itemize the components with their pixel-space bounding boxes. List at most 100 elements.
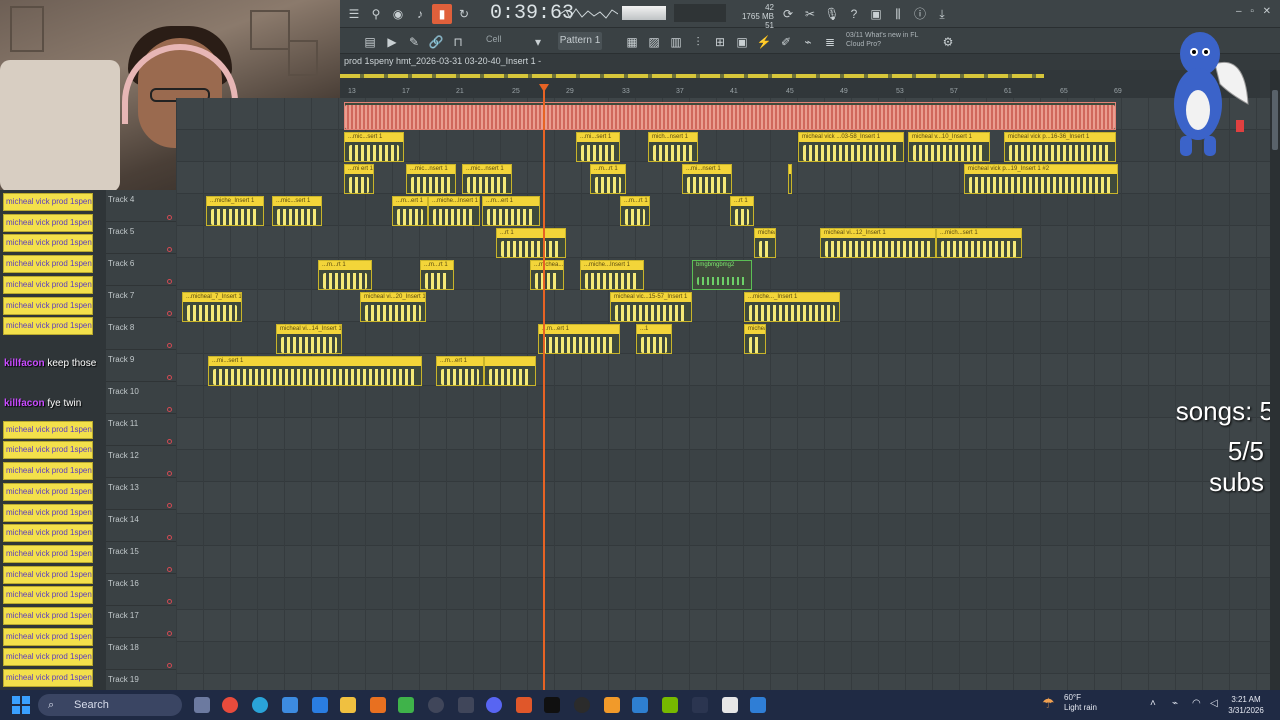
- notepad-icon[interactable]: [722, 697, 738, 713]
- microphone-icon[interactable]: 🎙: [822, 4, 842, 24]
- mixer-app-icon[interactable]: [458, 697, 474, 713]
- vertical-scrollbar[interactable]: [1270, 70, 1280, 690]
- audio-clip[interactable]: [344, 102, 1116, 130]
- audio-clip[interactable]: ...m...rt 1: [420, 260, 454, 290]
- sample-item[interactable]: micheal vick prod 1speny...: [3, 420, 93, 439]
- tiktok-icon[interactable]: [544, 697, 560, 713]
- playlist-menu-icon[interactable]: ▤: [360, 32, 380, 52]
- audio-clip[interactable]: ...mi...sert 1: [576, 132, 620, 162]
- sample-item[interactable]: micheal vick prod 1speny...: [3, 669, 93, 688]
- playhead[interactable]: [543, 84, 545, 690]
- metronome-icon[interactable]: ♪: [410, 4, 430, 24]
- audio-clip[interactable]: ...m...rt 1: [318, 260, 372, 290]
- wifi-icon[interactable]: ◠: [1192, 698, 1201, 709]
- audio-clip[interactable]: ...m...ert 1: [436, 356, 484, 386]
- audio-clip[interactable]: ...micheal_7_Insert 1: [182, 292, 242, 322]
- store-icon[interactable]: [312, 697, 328, 713]
- audio-clip[interactable]: micheal vick ...03-58_Insert 1: [798, 132, 904, 162]
- audio-clip[interactable]: ...mic...nsert 1: [462, 164, 512, 194]
- track-header[interactable]: Track 14: [106, 510, 176, 542]
- pencil-icon[interactable]: ✎: [404, 32, 424, 52]
- timeline-overview[interactable]: [340, 74, 1044, 78]
- sample-item[interactable]: micheal vick prod 1speny...: [3, 275, 93, 294]
- app-a-icon[interactable]: [370, 697, 386, 713]
- sample-item[interactable]: micheal vick prod 1speny...: [3, 255, 93, 274]
- track-mute-icon[interactable]: [167, 567, 172, 572]
- audio-clip[interactable]: ...m...ert 1: [392, 196, 428, 226]
- weather-widget[interactable]: 60°F Light rain: [1064, 693, 1097, 713]
- audio-clip[interactable]: ...mi...nsert 1: [682, 164, 732, 194]
- minimize-icon[interactable]: –: [1236, 6, 1242, 17]
- task-view-icon[interactable]: [194, 697, 210, 713]
- browser-icon[interactable]: ▣: [732, 32, 752, 52]
- audio-clip[interactable]: ...m...rt 1: [590, 164, 626, 194]
- app-icon[interactable]: [282, 697, 298, 713]
- track-header[interactable]: Track 7: [106, 286, 176, 318]
- track-lane[interactable]: [176, 290, 1270, 322]
- track-header[interactable]: Track 5: [106, 222, 176, 254]
- audio-clip[interactable]: ...miche...Insert 1: [580, 260, 644, 290]
- track-lane[interactable]: [176, 226, 1270, 258]
- edge-icon[interactable]: [252, 697, 268, 713]
- cut-icon[interactable]: ✂: [800, 4, 820, 24]
- track-mute-icon[interactable]: [167, 503, 172, 508]
- sample-item[interactable]: micheal vick prod 1speny...: [3, 503, 93, 522]
- audio-clip[interactable]: bmgbmgbmg2: [692, 260, 752, 290]
- track-lane[interactable]: [176, 194, 1270, 226]
- piano-roll-icon[interactable]: ▥: [666, 32, 686, 52]
- audio-clip[interactable]: ...mic...sert 1: [344, 132, 404, 162]
- audio-clip[interactable]: ...rt 1: [496, 228, 566, 258]
- link-icon[interactable]: 🔗: [426, 32, 446, 52]
- chrome-icon[interactable]: [222, 697, 238, 713]
- tempo-icon[interactable]: ⌁: [798, 32, 818, 52]
- track-mute-icon[interactable]: [167, 375, 172, 380]
- news-panel[interactable]: 03/11 What's new in FL Cloud Pro?: [846, 31, 946, 49]
- track-header[interactable]: Track 11: [106, 414, 176, 446]
- track-header[interactable]: Track 8: [106, 318, 176, 350]
- plugin-icon[interactable]: ⚡: [754, 32, 774, 52]
- sample-item[interactable]: micheal vick prod 1speny...: [3, 213, 93, 232]
- audio-clip[interactable]: ...michea..._Insert 1: [530, 260, 564, 290]
- track-mute-icon[interactable]: [167, 471, 172, 476]
- track-mute-icon[interactable]: [167, 279, 172, 284]
- save-icon[interactable]: ▣: [866, 4, 886, 24]
- audio-clip[interactable]: ...mich...sert 1: [936, 228, 1022, 258]
- track-header[interactable]: Track 12: [106, 446, 176, 478]
- sample-item[interactable]: micheal vick prod 1speny...: [3, 524, 93, 543]
- track-header[interactable]: Track 18: [106, 638, 176, 670]
- sample-item[interactable]: micheal vick prod 1speny...: [3, 607, 93, 625]
- mixer-toggle-icon[interactable]: ⫶: [688, 32, 708, 52]
- sample-item[interactable]: micheal vick prod 1speny...: [3, 586, 93, 605]
- minecraft-icon[interactable]: [398, 697, 414, 713]
- track-mute-icon[interactable]: [167, 247, 172, 252]
- audio-clip[interactable]: micheal vick pro...03-16-12_Insert 1: [754, 228, 776, 258]
- arrow-right-icon[interactable]: ▶: [382, 32, 402, 52]
- audio-clip[interactable]: mich...nsert 1: [648, 132, 698, 162]
- track-lane[interactable]: [176, 578, 1270, 610]
- app-blue-icon[interactable]: [750, 697, 766, 713]
- mixer-icon[interactable]: ⫼: [888, 4, 908, 24]
- obs-icon[interactable]: [574, 697, 590, 713]
- sample-item[interactable]: micheal vick prod 1speny...: [3, 462, 93, 481]
- track-header[interactable]: Track 15: [106, 542, 176, 574]
- track-header[interactable]: Track 10: [106, 382, 176, 414]
- audio-clip[interactable]: ...mic...nsert 1: [406, 164, 456, 194]
- audio-clip[interactable]: ...m...ert 1: [538, 324, 620, 354]
- audio-clip[interactable]: ...rt 1: [730, 196, 754, 226]
- volume-icon[interactable]: ◁: [1210, 698, 1218, 709]
- settings-icon[interactable]: ⚙: [938, 32, 958, 52]
- timeline-ruler[interactable]: 13 17 21 25 29 33 37 41 45 49 53 57 61 65 69: [340, 70, 1260, 98]
- help-icon[interactable]: ?: [844, 4, 864, 24]
- audio-clip[interactable]: micheal vic...15-57_Insert 1: [610, 292, 692, 322]
- track-mute-icon[interactable]: [167, 407, 172, 412]
- sample-item[interactable]: micheal vick prod 1speny...: [3, 482, 93, 501]
- sample-item[interactable]: micheal vick prod 1speny...: [3, 627, 93, 646]
- snap-selector[interactable]: Cell: [486, 34, 502, 44]
- audio-clip[interactable]: ...miche_Insert 1: [206, 196, 264, 226]
- pencil-tool-icon[interactable]: ✐: [776, 32, 796, 52]
- sample-item[interactable]: micheal vick prod 1speny...: [3, 648, 93, 667]
- track-lane[interactable]: [176, 642, 1270, 674]
- audio-clip[interactable]: ...mic...sert 1: [272, 196, 322, 226]
- track-mute-icon[interactable]: [167, 599, 172, 604]
- audio-clip[interactable]: ...mi...sert 1: [208, 356, 422, 386]
